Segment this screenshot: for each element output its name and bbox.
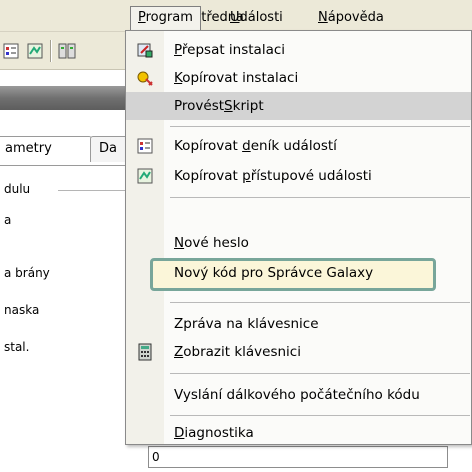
menu-item-new-password[interactable]: Nové heslo — [126, 229, 471, 257]
menu-item-keypad-message[interactable]: Zpráva na klávesnice — [126, 310, 471, 338]
item-label-accel: N — [174, 235, 185, 251]
menu-item-run-script[interactable]: ProvéstSkript — [126, 92, 471, 120]
overwrite-install-icon — [137, 43, 153, 58]
menu-item-copy-install[interactable]: Kopírovat instalaci — [126, 64, 471, 92]
event-log-icon[interactable] — [2, 42, 20, 60]
item-label-pre: Kopírovat — [174, 138, 243, 154]
menu-separator — [170, 373, 470, 374]
group-line — [58, 190, 128, 191]
menu-separator — [170, 126, 470, 127]
item-label-accel: D — [174, 425, 185, 441]
item-label-post: řístupové události — [250, 168, 372, 184]
menu-label-post: rogram — [145, 10, 193, 25]
field-label: a brány — [4, 266, 50, 280]
menu-label-accel: U — [230, 10, 240, 25]
menu-udalosti[interactable]: Události — [230, 8, 283, 28]
item-label-accel: Z — [174, 344, 184, 360]
value-field[interactable]: 0 — [148, 446, 448, 468]
field-label: naska — [4, 303, 40, 317]
item-label-post: opírovat instalaci — [182, 70, 299, 86]
item-label-pre: Provést — [174, 98, 225, 114]
program-menu-dropdown: Přepsat instalaci Kopírovat instalaci Pr… — [125, 30, 472, 445]
menu-item-overwrite-install[interactable]: Přepsat instalaci — [126, 36, 471, 64]
item-label-accel: P — [174, 42, 182, 58]
item-label-post: obrazit klávesnici — [183, 344, 301, 360]
access-events-icon — [137, 168, 153, 184]
item-label-post: ové heslo — [184, 235, 249, 251]
item-label-accel: K — [174, 70, 183, 86]
menu-item-remote-initial-code[interactable]: Vyslání dálkového počátečního kódu — [126, 381, 471, 409]
menu-separator — [170, 415, 470, 416]
item-label-accel: S — [224, 98, 233, 114]
item-label-post: kript — [232, 98, 264, 114]
item-label-post: eník událostí — [250, 138, 337, 154]
menu-separator — [170, 302, 470, 303]
field-label: a — [4, 213, 12, 227]
item-label-accel: p — [242, 168, 251, 184]
item-label-post: iagnostika — [184, 425, 254, 441]
keypad-icon — [138, 343, 152, 361]
item-label: Zpráva na klávesnice — [174, 316, 319, 332]
menu-item-new-galaxy-manager-code[interactable]: Nový kód pro Správce Galaxy — [150, 258, 436, 291]
menu-napoveda[interactable]: Nápověda — [318, 8, 384, 28]
menu-bar: Ústředna Program Události Nápověda — [0, 0, 472, 32]
menu-item-diagnostics[interactable]: Diagnostika — [126, 419, 471, 447]
menu-item-copy-access-events[interactable]: Kopírovat přístupové události — [126, 162, 471, 190]
menu-separator — [170, 197, 470, 198]
item-label: Vyslání dálkového počátečního kódu — [174, 387, 420, 403]
menu-program[interactable]: Program — [130, 6, 201, 30]
access-events-icon[interactable] — [26, 42, 44, 60]
group-label: dulu — [4, 182, 31, 196]
item-label-post: řepsat instalaci — [181, 42, 286, 58]
tab-parametry[interactable]: ametry — [0, 136, 92, 162]
item-label: Nový kód pro Správce Galaxy — [174, 265, 374, 281]
menu-item-show-keypad[interactable]: Zobrazit klávesnici — [126, 338, 471, 366]
item-label-accel: d — [242, 138, 251, 154]
menu-label-post: dálosti — [239, 10, 283, 25]
menu-label-accel: P — [138, 10, 146, 25]
field-label: stal. — [4, 340, 30, 354]
item-label-pre: Kopírovat — [174, 168, 243, 184]
menu-label-accel: N — [318, 10, 328, 25]
panel-icon[interactable] — [58, 42, 76, 60]
menu-label-post: ápověda — [327, 10, 384, 25]
event-log-icon — [137, 138, 153, 154]
toolbar-separator — [50, 40, 52, 62]
menu-item-copy-event-log[interactable]: Kopírovat deník událostí — [126, 132, 471, 160]
copy-install-icon — [137, 71, 153, 86]
